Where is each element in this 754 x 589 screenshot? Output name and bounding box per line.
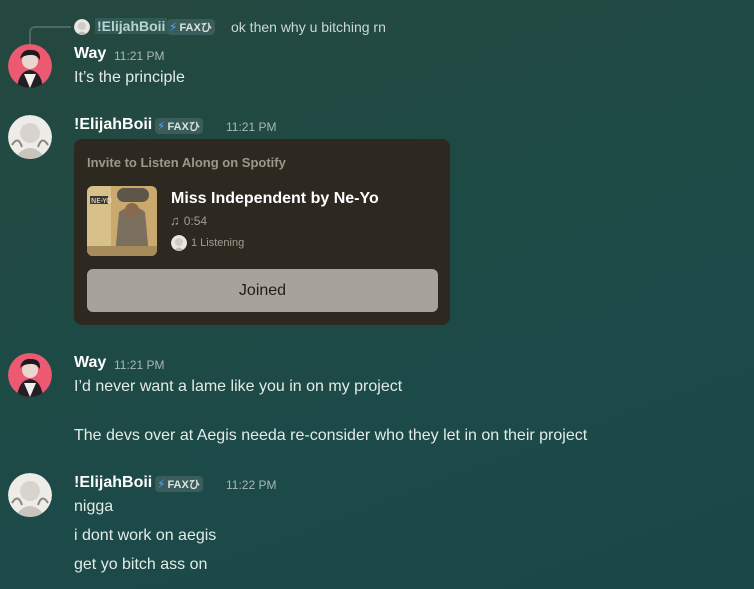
reply-user-tag-label: FAXひ: [179, 22, 212, 34]
way-avatar-image: [8, 44, 52, 88]
message-4-line-1: nigga: [74, 498, 114, 515]
message-2-username[interactable]: !ElijahBoii: [74, 116, 152, 134]
joined-button[interactable]: Joined: [87, 269, 438, 312]
message-4-timestamp: 11:22 PM: [226, 478, 277, 492]
elijahboii-avatar-image: [8, 115, 52, 159]
lightning-bolt-icon: ⚡: [157, 477, 166, 491]
message-3-line-1: I’d never want a lame like you in on my …: [74, 378, 403, 395]
svg-text:NE-YO: NE-YO: [91, 197, 112, 205]
way-avatar-2[interactable]: [8, 353, 52, 397]
message-3-username[interactable]: Way: [74, 354, 106, 372]
lightning-bolt-icon: ⚡: [169, 20, 178, 34]
song-title[interactable]: Miss Independent by Ne-Yo: [171, 190, 379, 208]
message-3-timestamp: 11:21 PM: [114, 358, 165, 372]
message-1-text: It’s the principle: [74, 69, 185, 86]
message-1-timestamp: 11:21 PM: [114, 49, 165, 63]
reply-avatar-image: [74, 19, 90, 35]
album-art-image: NE-YO: [87, 186, 157, 256]
message-1-username[interactable]: Way: [74, 45, 106, 63]
message-3-line-2: The devs over at Aegis needa re-consider…: [74, 427, 588, 444]
elijahboii-avatar-2[interactable]: [8, 473, 52, 517]
message-4-username[interactable]: !ElijahBoii: [74, 474, 152, 492]
elijahboii-avatar[interactable]: [8, 115, 52, 159]
listeners[interactable]: 1 Listening: [171, 235, 244, 251]
spotify-invite-heading: Invite to Listen Along on Spotify: [87, 155, 286, 170]
reply-connector: [29, 26, 71, 44]
way-avatar[interactable]: [8, 44, 52, 88]
listener-avatar-image: [171, 235, 187, 251]
way-avatar-image: [8, 353, 52, 397]
message-4-line-3: get yo bitch ass on: [74, 556, 208, 573]
lightning-bolt-icon: ⚡: [157, 119, 166, 133]
song-duration: ♫ 0:54: [170, 213, 207, 228]
message-2-user-tag-label: FAXひ: [167, 121, 200, 133]
music-note-icon: ♫: [170, 213, 180, 228]
spotify-invite-card: Invite to Listen Along on Spotify NE-YO …: [74, 139, 450, 325]
message-2-user-tag: ⚡ FAXひ: [155, 118, 203, 134]
elijahboii-avatar-image: [8, 473, 52, 517]
message-4-user-tag: ⚡ FAXひ: [155, 476, 203, 492]
reply-text[interactable]: ok then why u bitching rn: [231, 19, 386, 35]
listener-avatar: [171, 235, 187, 251]
album-art[interactable]: NE-YO: [87, 186, 157, 256]
reply-username[interactable]: !ElijahBoii: [95, 18, 168, 34]
message-4-user-tag-label: FAXひ: [167, 479, 200, 491]
reply-avatar[interactable]: [74, 19, 90, 35]
message-2-timestamp: 11:21 PM: [226, 120, 277, 134]
message-4-line-2: i dont work on aegis: [74, 527, 217, 544]
reply-user-tag: ⚡ FAXひ: [167, 19, 215, 35]
song-duration-value: 0:54: [183, 213, 208, 228]
listeners-count: 1 Listening: [191, 237, 245, 249]
